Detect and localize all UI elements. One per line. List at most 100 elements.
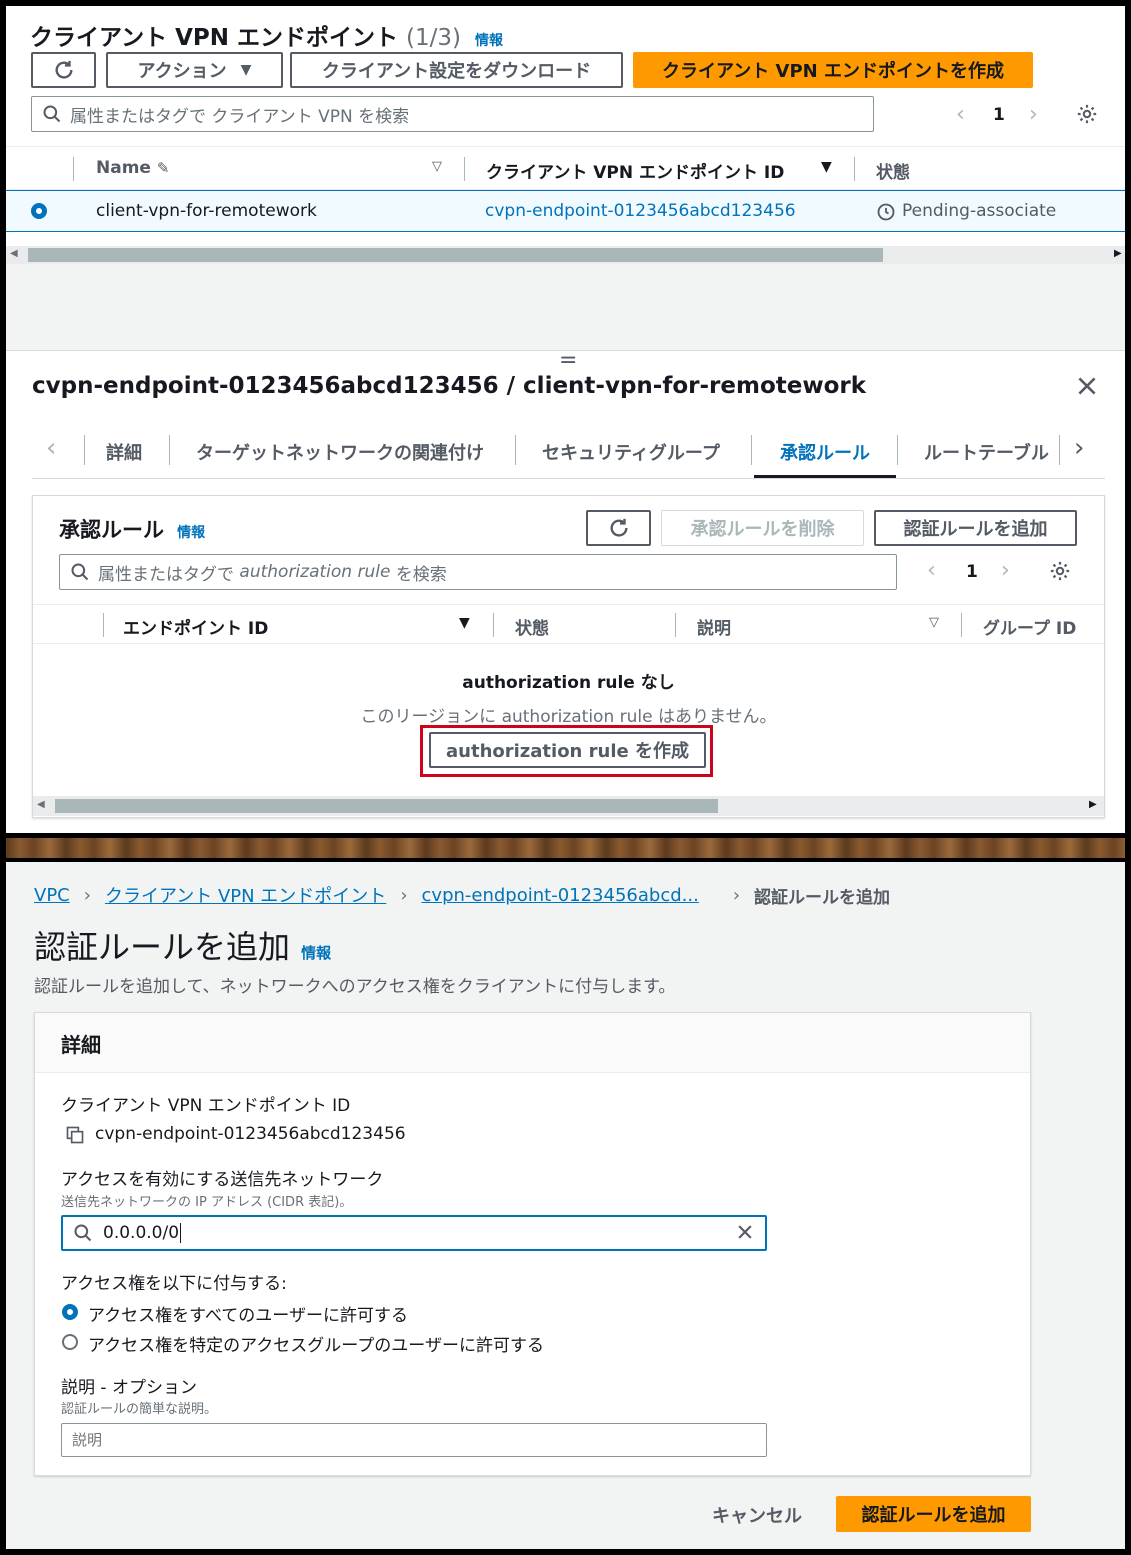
table-header: Name ✎ ▽ クライアント VPN エンドポイント ID ▼ 状態 xyxy=(6,146,1125,190)
gear-icon[interactable] xyxy=(1076,103,1098,129)
add-rule-form-page: VPC › クライアント VPN エンドポイント › cvpn-endpoint… xyxy=(6,862,1125,1549)
grant-all-radio[interactable] xyxy=(62,1304,78,1320)
horizontal-scrollbar[interactable]: ◀ ▶ xyxy=(6,246,1125,264)
rules-search-input[interactable]: 属性またはタグで authorization rule を検索 xyxy=(59,554,897,590)
section-title: 詳細 xyxy=(61,1033,101,1057)
close-icon[interactable] xyxy=(1074,373,1100,403)
tab-details[interactable]: 詳細 xyxy=(106,439,142,465)
section-title: 承認ルール xyxy=(59,518,164,542)
add-rule-button[interactable]: 認証ルールを追加 xyxy=(874,510,1077,546)
selection-count: (1/3) xyxy=(406,25,461,51)
breadcrumb-vpc[interactable]: VPC xyxy=(34,885,70,906)
page-title: クライアント VPN エンドポイント xyxy=(30,25,399,51)
refresh-button[interactable] xyxy=(31,52,96,88)
tab-target-network[interactable]: ターゲットネットワークの関連付け xyxy=(196,439,484,465)
detail-panel: = cvpn-endpoint-0123456abcd123456 / clie… xyxy=(6,348,1125,833)
endpoint-list-panel: クライアント VPN エンドポイント (1/3) 情報 アクション ▼ クライア… xyxy=(6,6,1125,350)
grant-group-label[interactable]: アクセス権を特定のアクセスグループのユーザーに許可する xyxy=(88,1331,544,1356)
search-icon xyxy=(71,563,89,581)
create-endpoint-button[interactable]: クライアント VPN エンドポイントを作成 xyxy=(633,52,1033,88)
destination-network-value: 0.0.0.0/0 xyxy=(103,1223,182,1243)
prev-page-icon[interactable]: ‹ xyxy=(956,102,965,127)
column-header-status[interactable]: 状態 xyxy=(876,158,910,183)
chevron-right-icon: › xyxy=(83,884,91,906)
row-status: Pending-associate xyxy=(902,201,1057,221)
destination-network-input[interactable]: 0.0.0.0/0 xyxy=(61,1215,767,1251)
grant-all-label[interactable]: アクセス権をすべてのユーザーに許可する xyxy=(88,1301,408,1326)
sort-desc-icon[interactable]: ▼ xyxy=(459,615,470,631)
column-header-group-id[interactable]: グループ ID xyxy=(983,614,1076,639)
column-header-name[interactable]: Name ✎ xyxy=(96,158,169,178)
clear-icon[interactable] xyxy=(735,1222,755,1246)
tab-route-table[interactable]: ルートテーブル xyxy=(924,439,1049,465)
endpoint-id-label: クライアント VPN エンドポイント ID xyxy=(61,1096,351,1116)
download-config-button[interactable]: クライアント設定をダウンロード xyxy=(290,52,623,88)
grant-group-radio[interactable] xyxy=(62,1334,78,1350)
divider-strip xyxy=(6,838,1125,858)
description-input[interactable] xyxy=(61,1423,767,1457)
row-endpoint-id[interactable]: cvpn-endpoint-0123456abcd123456 xyxy=(485,201,796,221)
description-hint: 認証ルールの簡単な説明。 xyxy=(61,1402,218,1417)
refresh-button[interactable] xyxy=(586,510,651,546)
column-header-endpoint-id[interactable]: エンドポイント ID xyxy=(123,614,268,639)
prev-page-icon[interactable]: ‹ xyxy=(927,558,936,583)
tab-security-groups[interactable]: セキュリティグループ xyxy=(542,439,720,465)
column-header-endpoint-id[interactable]: クライアント VPN エンドポイント ID xyxy=(486,158,784,183)
info-link[interactable]: 情報 xyxy=(177,525,205,541)
refresh-icon xyxy=(610,518,628,537)
detail-title: cvpn-endpoint-0123456abcd123456 / client… xyxy=(32,373,867,399)
sort-desc-icon[interactable]: ▼ xyxy=(821,159,832,175)
sort-icon[interactable]: ▽ xyxy=(929,615,939,630)
search-input[interactable]: 属性またはタグで クライアント VPN を検索 xyxy=(31,96,874,132)
breadcrumb-endpoint[interactable]: cvpn-endpoint-0123456abcd... xyxy=(422,885,699,906)
rules-table-header: エンドポイント ID ▼ 状態 説明 ▽ グループ ID xyxy=(33,604,1104,644)
breadcrumb-client-vpn[interactable]: クライアント VPN エンドポイント xyxy=(105,882,386,908)
tab-authorization-rules[interactable]: 承認ルール xyxy=(780,439,870,465)
page-title: 認証ルールを追加 xyxy=(34,928,291,966)
next-page-icon[interactable]: › xyxy=(1001,558,1010,583)
page-description: 認証ルールを追加して、ネットワークへのアクセス権をクライアントに付与します。 xyxy=(34,977,676,997)
next-page-icon[interactable]: › xyxy=(1029,102,1038,127)
description-label: 説明 - オプション xyxy=(61,1378,197,1398)
destination-network-hint: 送信先ネットワークの IP アドレス (CIDR 表記)。 xyxy=(61,1195,353,1210)
tab-scroll-left-icon[interactable]: ‹ xyxy=(46,433,56,463)
clock-icon xyxy=(876,202,896,226)
table-row[interactable]: client-vpn-for-remotework cvpn-endpoint-… xyxy=(6,190,1125,232)
delete-rule-button[interactable]: 承認ルールを削除 xyxy=(661,510,864,546)
page-number[interactable]: 1 xyxy=(966,562,978,582)
chevron-right-icon: › xyxy=(400,884,408,906)
column-header-status[interactable]: 状態 xyxy=(515,614,549,639)
drag-handle[interactable]: = xyxy=(559,348,577,373)
grant-label: アクセス権を以下に付与する: xyxy=(61,1274,287,1294)
info-link[interactable]: 情報 xyxy=(475,33,503,49)
sort-icon[interactable]: ▽ xyxy=(432,159,442,174)
panel-gap xyxy=(6,264,1125,350)
cancel-button[interactable]: キャンセル xyxy=(712,1502,802,1528)
empty-state-title: authorization rule なし xyxy=(462,673,675,693)
column-header-description[interactable]: 説明 xyxy=(697,614,731,639)
endpoint-id-value: cvpn-endpoint-0123456abcd123456 xyxy=(95,1124,406,1144)
gear-icon[interactable] xyxy=(1049,560,1071,586)
row-name: client-vpn-for-remotework xyxy=(96,201,317,221)
search-icon xyxy=(74,1224,92,1242)
copy-icon[interactable] xyxy=(65,1125,85,1149)
refresh-icon xyxy=(55,60,73,79)
chevron-right-icon: › xyxy=(732,884,741,906)
page-number[interactable]: 1 xyxy=(993,105,1005,125)
info-link[interactable]: 情報 xyxy=(301,944,331,962)
create-rule-button[interactable]: authorization rule を作成 xyxy=(429,732,706,768)
tab-scroll-right-icon[interactable]: › xyxy=(1074,433,1084,463)
caret-down-icon: ▼ xyxy=(240,62,252,78)
submit-button[interactable]: 認証ルールを追加 xyxy=(836,1496,1031,1532)
details-container: 詳細 クライアント VPN エンドポイント ID cvpn-endpoint-0… xyxy=(34,1012,1031,1476)
breadcrumb: VPC › クライアント VPN エンドポイント › cvpn-endpoint… xyxy=(34,882,890,908)
search-icon xyxy=(43,105,61,123)
actions-dropdown[interactable]: アクション ▼ xyxy=(106,52,283,88)
horizontal-scrollbar[interactable]: ◀ ▶ xyxy=(33,796,1104,816)
authorization-rules-container: 承認ルール 情報 承認ルールを削除 認証ルールを追加 属性またはタグで auth… xyxy=(32,495,1105,818)
row-radio[interactable] xyxy=(31,203,47,219)
pencil-icon: ✎ xyxy=(156,159,170,177)
breadcrumb-current: 認証ルールを追加 xyxy=(754,887,891,908)
destination-network-label: アクセスを有効にする送信先ネットワーク xyxy=(61,1170,384,1190)
empty-state-description: このリージョンに authorization rule はありません。 xyxy=(360,707,777,727)
